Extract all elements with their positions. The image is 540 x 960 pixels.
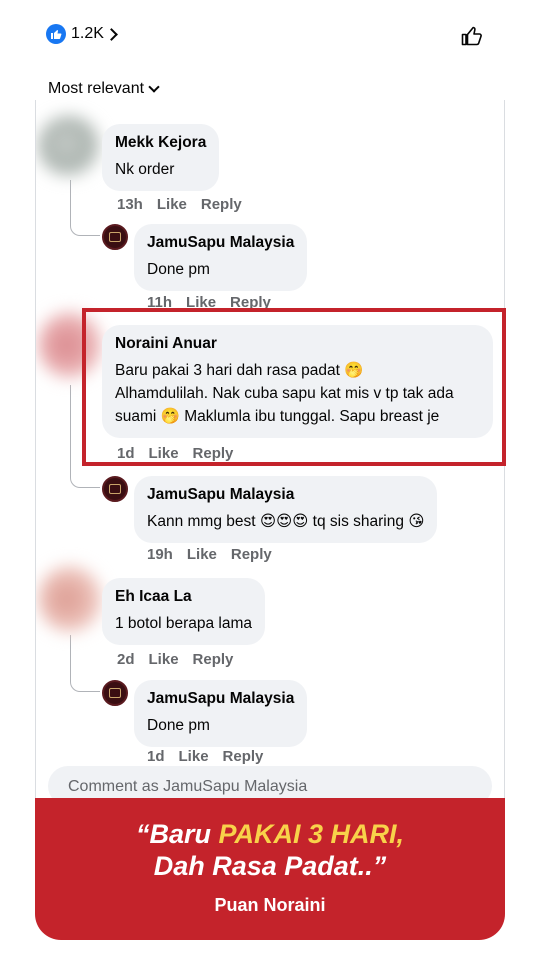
quote-highlight: PAKAI 3 HARI,	[218, 819, 405, 849]
reply-actions: 19h Like Reply	[147, 546, 272, 563]
thread-line	[70, 645, 100, 692]
comment-bubble[interactable]: Mekk Kejora Nk order	[102, 124, 220, 191]
comment-author[interactable]: Mekk Kejora	[115, 134, 206, 152]
testimonial-quote: “Baru PAKAI 3 HARI, Dah Rasa Padat..”	[35, 818, 505, 882]
thread-line	[70, 635, 71, 645]
chevron-down-icon	[148, 80, 160, 93]
thread-line	[70, 385, 71, 430]
like-button[interactable]: Like	[157, 196, 187, 213]
comment-text: Nk order	[115, 161, 175, 178]
highlight-frame	[82, 308, 506, 466]
testimonial-author: Puan Noraini	[214, 895, 326, 915]
quote-part1: “Baru	[135, 819, 219, 849]
comment-actions: 2d Like Reply	[117, 651, 233, 668]
brand-avatar-icon[interactable]	[102, 680, 128, 706]
comment-author[interactable]: Eh Icaa La	[115, 588, 252, 606]
testimonial-banner: “Baru PAKAI 3 HARI, Dah Rasa Padat..” Pu…	[35, 798, 505, 940]
reply-button[interactable]: Reply	[223, 748, 264, 765]
avatar[interactable]	[38, 566, 102, 632]
comment-bubble[interactable]: Eh Icaa La 1 botol berapa lama	[102, 578, 266, 645]
reply-time[interactable]: 1d	[147, 748, 165, 765]
reply-text: Done pm	[147, 717, 210, 734]
like-button[interactable]: Like	[149, 651, 179, 668]
reply-time[interactable]: 19h	[147, 546, 173, 563]
thread-line	[70, 194, 100, 236]
comment-time[interactable]: 2d	[117, 651, 135, 668]
quote-line2: Dah Rasa Padat..”	[153, 851, 387, 881]
comment-actions: 13h Like Reply	[117, 196, 242, 213]
reply-button[interactable]: Reply	[231, 546, 272, 563]
reaction-count-button[interactable]: 1.2K	[46, 24, 118, 44]
reply-bubble[interactable]: JamuSapu Malaysia Done pm	[134, 224, 308, 291]
reply-author[interactable]: JamuSapu Malaysia	[147, 234, 294, 252]
comment-input-placeholder: Comment as JamuSapu Malaysia	[68, 778, 308, 795]
reply-actions: 1d Like Reply	[147, 748, 263, 765]
comment-text: 1 botol berapa lama	[115, 615, 253, 632]
reply-button[interactable]: Reply	[201, 196, 242, 213]
reply-text: Kann mmg best 😍😍😍 tq sis sharing 😘	[147, 513, 425, 530]
sort-label: Most relevant	[48, 80, 145, 97]
sort-dropdown[interactable]: Most relevant	[48, 80, 160, 98]
like-button[interactable]: Like	[179, 748, 209, 765]
reply-author[interactable]: JamuSapu Malaysia	[147, 690, 294, 708]
reply-author[interactable]: JamuSapu Malaysia	[147, 486, 424, 504]
reply-bubble[interactable]: JamuSapu Malaysia Kann mmg best 😍😍😍 tq s…	[134, 476, 438, 543]
like-badge-icon	[46, 24, 66, 44]
avatar[interactable]	[38, 116, 100, 176]
comment-time[interactable]: 13h	[117, 196, 143, 213]
reply-text: Done pm	[147, 261, 210, 278]
reaction-count: 1.2K	[71, 25, 104, 42]
brand-avatar-icon[interactable]	[102, 476, 128, 502]
like-button[interactable]: Like	[187, 546, 217, 563]
reply-button[interactable]: Reply	[193, 651, 234, 668]
chevron-right-icon	[105, 27, 118, 41]
brand-avatar-icon[interactable]	[102, 224, 128, 250]
thumbs-up-icon[interactable]	[460, 24, 484, 53]
thread-line	[70, 180, 71, 194]
reply-bubble[interactable]: JamuSapu Malaysia Done pm	[134, 680, 308, 747]
